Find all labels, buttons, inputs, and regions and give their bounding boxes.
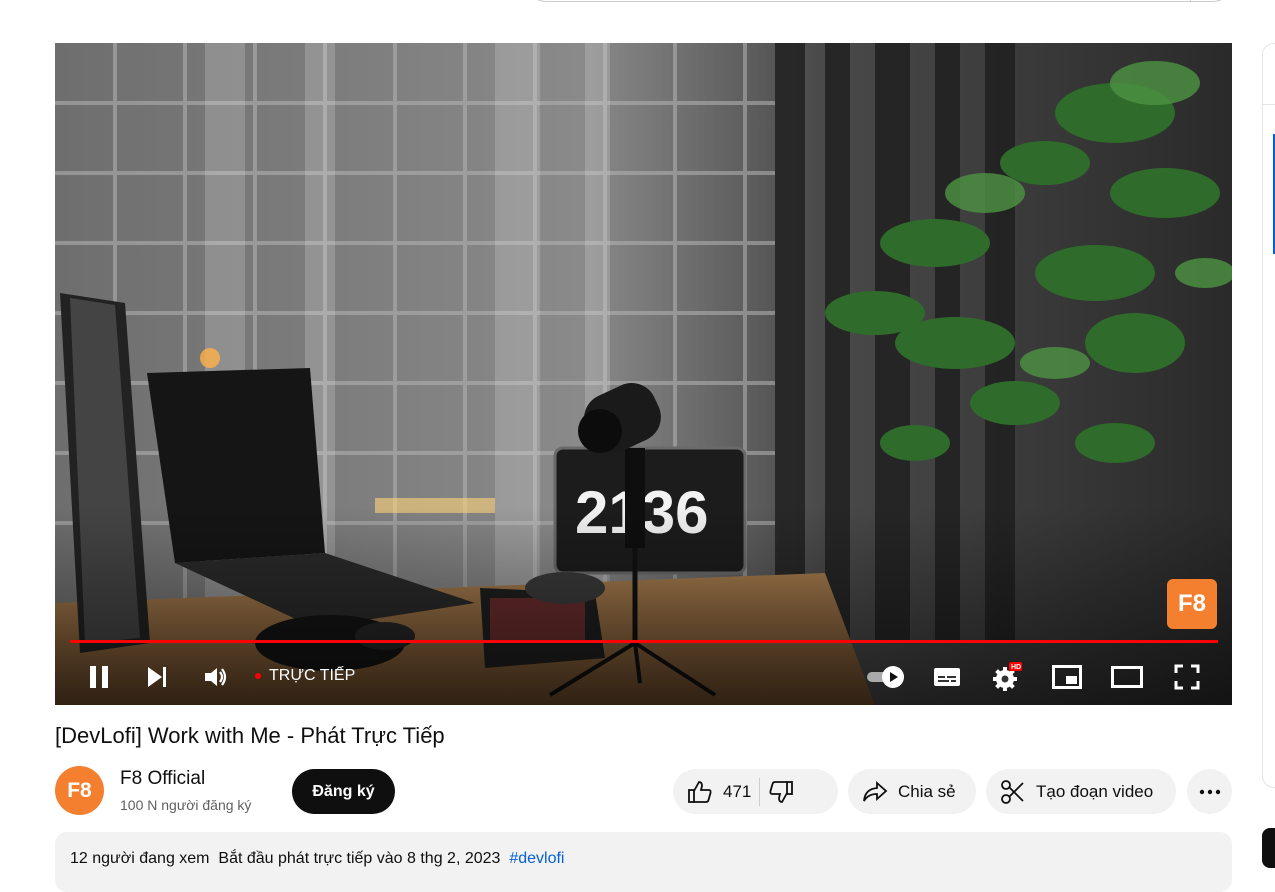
fullscreen-icon	[1174, 664, 1200, 690]
viewer-count: 12 người đang xem	[70, 850, 210, 867]
like-divider	[759, 777, 761, 806]
like-button[interactable]: 471	[673, 779, 751, 805]
miniplayer-icon	[1052, 665, 1082, 689]
subtitles-button[interactable]	[931, 661, 963, 693]
stream-start-date: Bắt đầu phát trực tiếp vào 8 thg 2, 2023	[218, 850, 501, 867]
clip-icon	[1001, 779, 1024, 804]
next-icon	[148, 667, 166, 687]
clip-button[interactable]: Tạo đoạn video	[986, 769, 1176, 814]
search-divider	[1190, 0, 1191, 1]
clip-label: Tạo đoạn video	[1036, 781, 1154, 801]
progress-bar[interactable]	[70, 640, 1218, 643]
description-box[interactable]: 12 người đang xem Bắt đầu phát trực tiếp…	[55, 832, 1232, 892]
video-frame: 2136	[55, 43, 1232, 705]
theater-icon	[1111, 666, 1143, 688]
live-dot	[255, 673, 261, 679]
hashtag-link[interactable]: #devlofi	[509, 850, 564, 867]
side-panel-rule	[1263, 104, 1275, 105]
share-button[interactable]: Chia sẻ	[848, 769, 976, 814]
channel-avatar[interactable]: F8	[55, 766, 104, 815]
autoplay-toggle[interactable]	[865, 661, 907, 693]
channel-name[interactable]: F8 Official	[120, 768, 205, 790]
like-dislike-group: 471	[673, 769, 838, 814]
dislike-button[interactable]	[768, 779, 794, 805]
subtitles-icon	[934, 668, 960, 686]
live-label: TRỰC TIẾP	[269, 667, 356, 684]
settings-button[interactable]: HD	[991, 661, 1023, 693]
pause-button[interactable]	[83, 661, 115, 693]
hd-badge: HD	[1011, 664, 1021, 671]
share-label: Chia sẻ	[898, 781, 956, 801]
dislike-icon	[769, 780, 794, 803]
video-title: [DevLofi] Work with Me - Phát Trực Tiếp	[55, 723, 445, 748]
volume-button[interactable]	[200, 661, 232, 693]
autoplay-toggle-icon	[867, 666, 904, 688]
like-count: 471	[723, 781, 752, 801]
side-panel-edge	[1262, 43, 1275, 788]
theater-button[interactable]	[1111, 661, 1143, 693]
more-actions-button[interactable]	[1187, 769, 1232, 814]
volume-icon	[205, 668, 227, 686]
live-indicator[interactable]: TRỰC TIẾP	[255, 667, 355, 685]
settings-icon: HD	[993, 662, 1022, 691]
share-icon	[863, 780, 888, 801]
like-icon	[688, 780, 712, 803]
pause-icon	[90, 666, 108, 688]
next-button[interactable]	[141, 661, 173, 693]
player-controls: TRỰC TIẾP HD	[55, 645, 1232, 705]
description-meta: 12 người đang xem Bắt đầu phát trực tiếp…	[70, 850, 564, 868]
search-box-edge[interactable]	[523, 0, 1236, 2]
channel-watermark[interactable]: F8	[1167, 579, 1217, 629]
more-icon	[1199, 789, 1220, 794]
video-player[interactable]: 2136 F8 T	[55, 43, 1232, 705]
side-dark-chip[interactable]	[1262, 828, 1275, 868]
miniplayer-button[interactable]	[1051, 661, 1083, 693]
fullscreen-button[interactable]	[1171, 661, 1203, 693]
subscribe-button[interactable]: Đăng ký	[292, 769, 395, 814]
subscriber-count: 100 N người đăng ký	[120, 797, 252, 813]
